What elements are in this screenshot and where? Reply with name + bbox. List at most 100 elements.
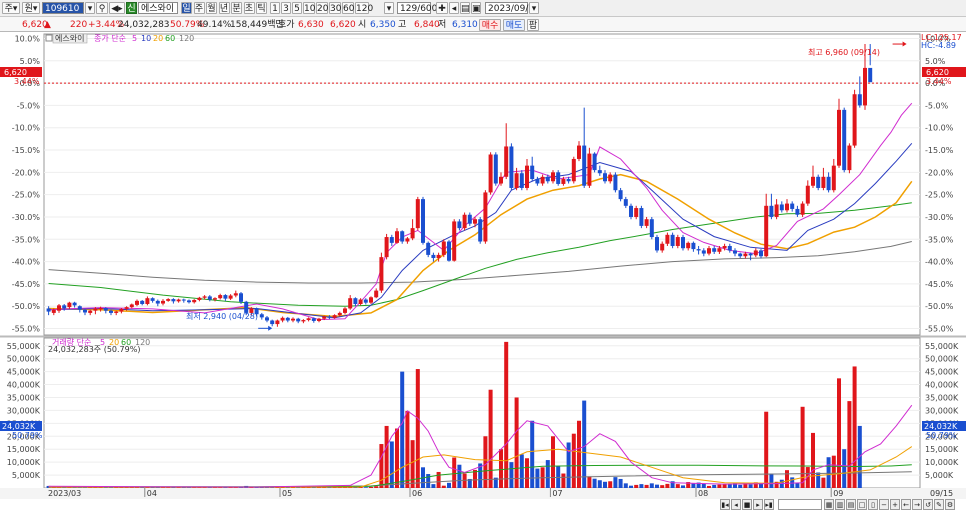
interval-button-3[interactable]: 3: [281, 2, 291, 14]
date-dropdown-button[interactable]: ▾: [529, 2, 539, 14]
price-axis-label-left: -55.0%: [12, 325, 41, 334]
volume-bar: [847, 401, 852, 488]
volume-axis-label-right: 45,000K: [925, 368, 959, 377]
scroll-left-icon[interactable]: ◂: [449, 2, 459, 14]
interval-button-30[interactable]: 30: [329, 2, 341, 14]
candle-body: [504, 146, 509, 177]
code-dropdown-button[interactable]: ▾: [85, 2, 95, 14]
chart-type-select[interactable]: 주▾: [2, 2, 20, 14]
nav-compare-icon[interactable]: ▥: [835, 499, 845, 510]
volume-bar: [831, 455, 836, 488]
volume-bar: [525, 458, 529, 488]
volume-bar: [691, 483, 696, 488]
price-axis-label-left: -10.0%: [12, 124, 41, 133]
candle: [639, 205, 644, 229]
unit-label: 원: [24, 4, 33, 14]
nav-settings-icon[interactable]: ✎: [934, 499, 944, 510]
panel-toggle-icon[interactable]: [45, 34, 53, 42]
interval-dropdown-button[interactable]: ▾: [384, 2, 394, 14]
date-field[interactable]: 2023/09/15: [485, 2, 540, 14]
nav-left-icon[interactable]: ←: [901, 499, 911, 510]
left-price-tag-label: 6,620: [4, 68, 27, 77]
price-volume-chart[interactable]: 10.0% 10.0%5.0% 5.0%0.0% 0.0%-5.0% -5.0%-10.…: [0, 32, 966, 512]
candle-body: [348, 298, 353, 309]
credit-badge: 신: [126, 2, 137, 14]
candle-body: [259, 314, 264, 318]
candle-body: [291, 318, 295, 321]
interval-button-20[interactable]: 20: [316, 2, 328, 14]
price-axis-label-left: -50.0%: [12, 302, 41, 311]
volume-bar: [665, 483, 670, 488]
candle-body: [83, 309, 87, 313]
nav-plus-icon[interactable]: +: [890, 499, 900, 510]
nav-stop-button[interactable]: ■: [742, 499, 752, 510]
candle-body: [176, 299, 181, 302]
period-tab-2[interactable]: 월: [206, 2, 217, 14]
candle-body: [327, 316, 332, 318]
candle-body: [317, 318, 321, 321]
price-axis-label-right: 5.0%: [925, 57, 946, 66]
volume-bar: [369, 486, 373, 488]
candle-body: [129, 304, 134, 308]
period-tab-4[interactable]: 분: [231, 2, 242, 14]
candle: [592, 152, 597, 173]
nav-config-icon[interactable]: ⚙: [945, 499, 955, 510]
nav-grid-icon[interactable]: ▦: [824, 499, 834, 510]
interval-button-120[interactable]: 120: [355, 2, 373, 14]
nav-list-icon[interactable]: ▤: [846, 499, 856, 510]
volume-bar: [660, 485, 665, 488]
candle-body: [707, 248, 711, 254]
nav-bar-icon[interactable]: ▯: [868, 499, 878, 510]
candle-body: [218, 295, 223, 299]
interval-button-5[interactable]: 5: [292, 2, 302, 14]
candle-body: [722, 245, 727, 249]
candle-body: [379, 257, 384, 291]
candle: [493, 152, 498, 186]
candle-body: [577, 145, 581, 159]
sell-button[interactable]: 매도: [503, 19, 525, 31]
nav-box-icon[interactable]: □: [857, 499, 867, 510]
save-icon[interactable]: ▤: [460, 2, 470, 14]
period-tab-0[interactable]: 일: [181, 2, 192, 14]
candle-body: [639, 208, 644, 226]
period-tab-1[interactable]: 주: [193, 2, 205, 14]
volume-bar: [738, 484, 743, 488]
candle-body: [400, 231, 405, 242]
interval-button-1[interactable]: 1: [270, 2, 280, 14]
stock-code-input[interactable]: 109610: [42, 2, 84, 14]
unit-select[interactable]: 원▾: [22, 2, 40, 14]
candle-body: [826, 176, 831, 191]
volume-bar: [379, 444, 384, 488]
candle-body: [655, 237, 659, 251]
volume-bar: [587, 476, 592, 488]
speaker-icon[interactable]: ◀▸: [109, 2, 125, 14]
volume-bar: [759, 483, 763, 488]
nav-scrollbar[interactable]: [778, 499, 822, 510]
period-tab-5[interactable]: 초: [243, 2, 255, 14]
buy-button[interactable]: 매수: [479, 19, 501, 31]
candle-body: [623, 199, 628, 206]
interval-button-10[interactable]: 10: [303, 2, 315, 14]
search-icon[interactable]: ⚲: [96, 2, 108, 14]
print-icon[interactable]: ▣: [471, 2, 481, 14]
ma-legend-5: 5: [132, 34, 137, 43]
interval-button-60[interactable]: 60: [342, 2, 354, 14]
candle-body: [540, 176, 545, 184]
period-tab-6[interactable]: 틱: [256, 2, 267, 14]
popup-button[interactable]: 팝: [527, 19, 539, 31]
period-tab-3[interactable]: 년: [218, 2, 230, 14]
nav-last-button[interactable]: ▸▮: [764, 499, 774, 510]
nav-minus-icon[interactable]: −: [879, 499, 889, 510]
volume-axis-label-left: 5,000K: [12, 471, 41, 480]
nav-reset-icon[interactable]: ↺: [923, 499, 933, 510]
nav-prev-button[interactable]: ◂: [731, 499, 741, 510]
left-volume-tag-label: 24,032K: [2, 422, 36, 431]
volume-bar: [618, 478, 623, 488]
crosshair-icon[interactable]: ✚: [436, 2, 448, 14]
nav-first-button[interactable]: ▮◂: [720, 499, 730, 510]
page-count-field[interactable]: 129/600: [397, 2, 437, 14]
nav-right-icon[interactable]: →: [912, 499, 922, 510]
nav-next-button[interactable]: ▸: [753, 499, 763, 510]
volume-bar: [748, 484, 753, 488]
volume-bar: [473, 469, 477, 488]
